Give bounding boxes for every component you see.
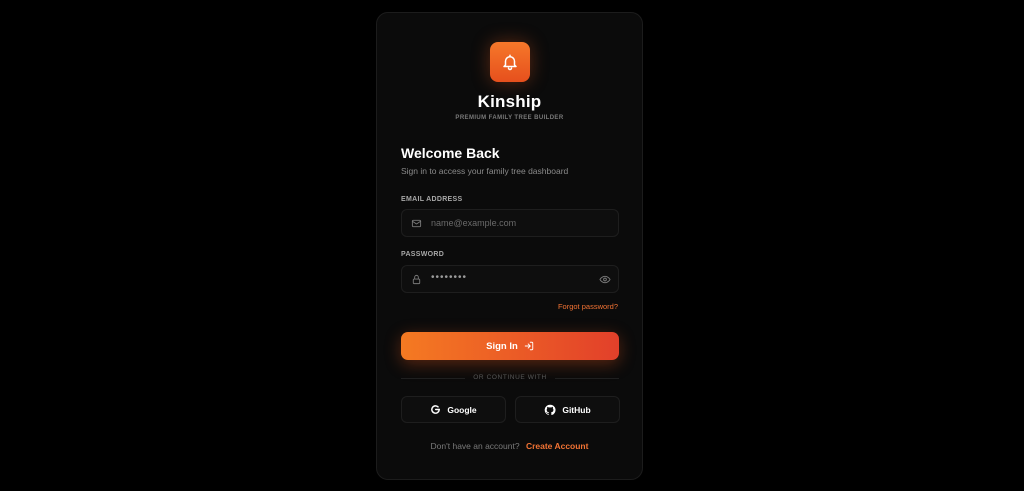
login-arrow-icon	[524, 341, 534, 351]
divider: OR CONTINUE WITH	[401, 374, 619, 383]
google-icon	[431, 405, 441, 414]
github-icon	[545, 404, 556, 415]
password-input[interactable]: ••••••••	[431, 272, 467, 283]
sign-in-button[interactable]: Sign In	[401, 332, 619, 360]
sign-in-label: Sign In	[486, 340, 518, 352]
github-label: GitHub	[562, 404, 591, 415]
create-account-link[interactable]: Create Account	[526, 441, 589, 451]
forgot-password-link[interactable]: Forgot password?	[558, 302, 618, 311]
eye-icon[interactable]	[599, 274, 611, 285]
github-button[interactable]: GitHub	[515, 396, 620, 423]
app-name: Kinship	[477, 92, 542, 111]
app-logo	[490, 42, 530, 82]
password-field[interactable]: ••••••••	[401, 265, 619, 293]
email-field[interactable]	[401, 209, 619, 237]
signup-prompt: Don't have an account? Create Account	[377, 441, 642, 451]
app-tagline: PREMIUM FAMILY TREE BUILDER	[455, 115, 564, 121]
email-label: EMAIL ADDRESS	[401, 196, 463, 203]
login-card: Kinship PREMIUM FAMILY TREE BUILDER Welc…	[376, 12, 643, 480]
page-subtitle: Sign in to access your family tree dashb…	[401, 166, 569, 176]
password-label: PASSWORD	[401, 251, 445, 258]
google-label: Google	[447, 404, 477, 415]
page-title: Welcome Back	[401, 145, 500, 161]
mail-icon	[411, 219, 422, 228]
divider-text: OR CONTINUE WITH	[473, 374, 547, 381]
google-button[interactable]: Google	[401, 396, 506, 423]
lock-icon	[412, 274, 421, 285]
email-input[interactable]	[431, 210, 601, 236]
bell-icon	[503, 54, 517, 71]
signup-question: Don't have an account?	[430, 441, 520, 451]
